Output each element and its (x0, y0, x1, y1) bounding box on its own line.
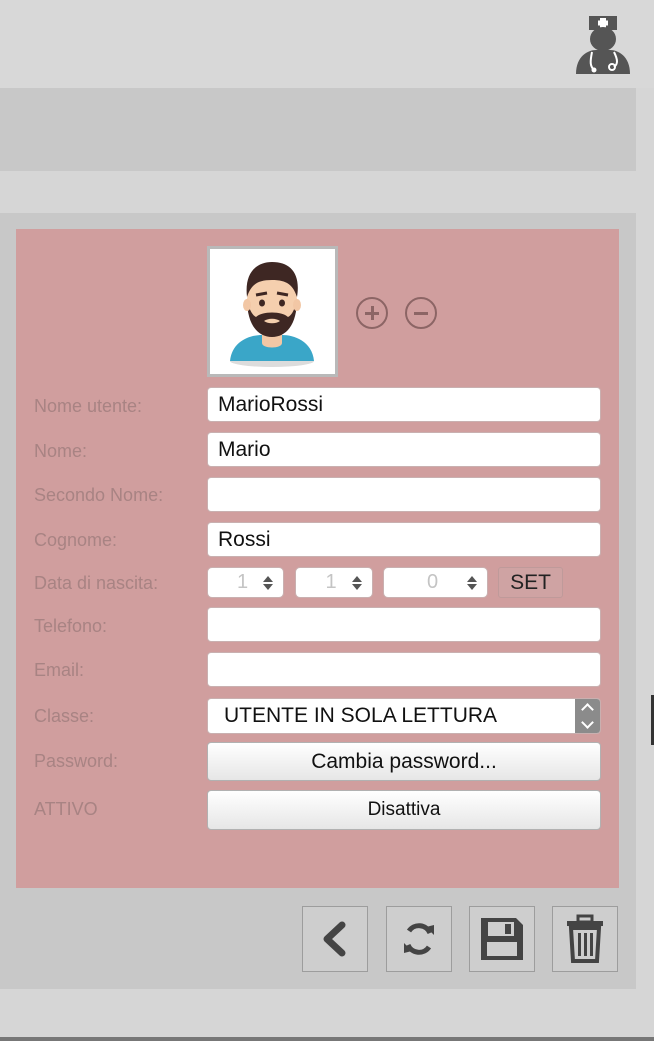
birth-day-stepper[interactable]: 1 (207, 567, 284, 598)
separator (0, 171, 636, 213)
save-button[interactable] (469, 906, 535, 972)
select-arrows-icon[interactable] (575, 699, 600, 733)
phone-field[interactable] (207, 607, 601, 642)
birth-year-stepper[interactable]: 0 (383, 567, 488, 598)
stepper-arrows-icon[interactable] (263, 575, 273, 590)
deactivate-button[interactable]: Disattiva (207, 790, 601, 830)
stepper-arrows-icon[interactable] (352, 575, 362, 590)
birth-month-stepper[interactable]: 1 (295, 567, 373, 598)
trash-icon (567, 914, 603, 963)
delete-button[interactable] (552, 906, 618, 972)
last-name-field[interactable] (207, 522, 601, 557)
first-name-label: Nome: (34, 441, 88, 461)
remove-photo-button[interactable] (405, 297, 437, 329)
change-password-button[interactable]: Cambia password... (207, 742, 601, 781)
class-selected-value: UTENTE IN SOLA LETTURA (224, 704, 498, 727)
birth-month-value: 1 (325, 571, 337, 593)
user-photo[interactable] (207, 246, 338, 377)
birth-day-value: 1 (236, 571, 249, 593)
class-label: Classe: (34, 706, 95, 726)
bottom-border (0, 1037, 654, 1041)
refresh-icon (404, 923, 434, 955)
password-label: Password: (34, 751, 119, 771)
doctor-avatar-icon[interactable] (572, 12, 634, 74)
header-band (0, 88, 636, 171)
stepper-arrows-icon[interactable] (467, 575, 477, 590)
phone-label: Telefono: (34, 616, 108, 636)
class-select[interactable]: UTENTE IN SOLA LETTURA (207, 698, 601, 734)
email-field[interactable] (207, 652, 601, 687)
birth-year-value: 0 (426, 571, 439, 593)
chevron-left-icon (323, 921, 346, 957)
email-label: Email: (34, 660, 85, 680)
middle-name-field[interactable] (207, 477, 601, 512)
floppy-disk-icon (481, 918, 523, 960)
refresh-button[interactable] (386, 906, 452, 972)
set-date-button[interactable]: SET (498, 567, 563, 598)
username-label: Nome utente: (34, 396, 143, 416)
active-label: ATTIVO (34, 799, 98, 819)
username-field[interactable] (207, 387, 601, 422)
last-name-label: Cognome: (34, 530, 118, 550)
add-photo-button[interactable] (356, 297, 388, 329)
bearded-man-avatar (230, 262, 314, 367)
back-button[interactable] (302, 906, 368, 972)
birth-date-label: Data di nascita: (34, 573, 159, 593)
top-bar (0, 0, 654, 88)
middle-name-label: Secondo Nome: (34, 485, 164, 505)
first-name-field[interactable] (207, 432, 601, 467)
